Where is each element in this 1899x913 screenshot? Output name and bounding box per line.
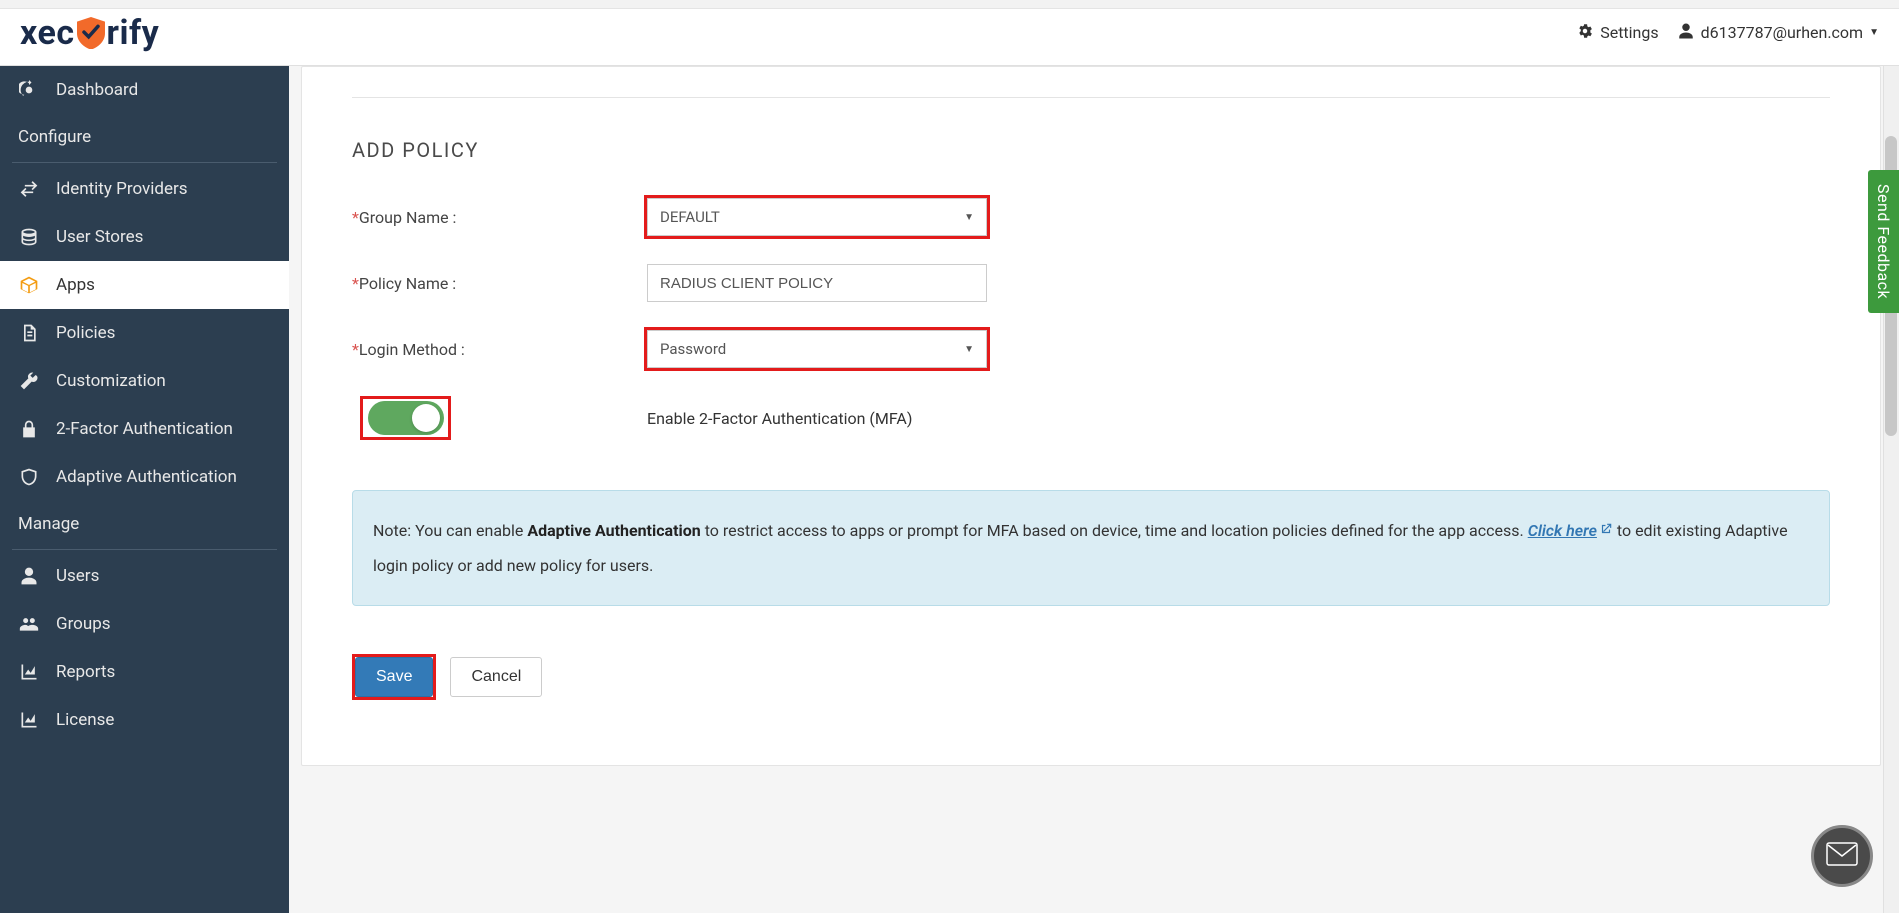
gear-icon xyxy=(1576,22,1594,44)
sidebar-item-label: Users xyxy=(56,566,99,586)
sidebar-item-label: Identity Providers xyxy=(56,179,188,199)
sidebar-item-label: Groups xyxy=(56,614,111,634)
sidebar-divider xyxy=(12,549,277,550)
label-group-name: *Group Name : xyxy=(352,208,647,227)
caret-down-icon: ▼ xyxy=(964,212,974,223)
sidebar-item-users[interactable]: Users xyxy=(0,552,289,600)
database-icon xyxy=(18,226,40,248)
sidebar-item-user-stores[interactable]: User Stores xyxy=(0,213,289,261)
card-top-divider xyxy=(352,97,1830,98)
mail-icon xyxy=(1826,842,1858,870)
chart-icon xyxy=(18,709,40,731)
user-email: d6137787@urhen.com xyxy=(1701,23,1863,42)
group-name-value: DEFAULT xyxy=(660,208,720,226)
sidebar-item-customization[interactable]: Customization xyxy=(0,357,289,405)
swap-icon xyxy=(18,178,40,200)
contact-bubble[interactable] xyxy=(1811,825,1873,887)
document-icon xyxy=(18,322,40,344)
sidebar-item-adaptive-auth[interactable]: Adaptive Authentication xyxy=(0,453,289,501)
dashboard-icon xyxy=(18,79,40,101)
row-login-method: *Login Method : Password ▼ xyxy=(352,330,1830,368)
lock-icon xyxy=(18,418,40,440)
policy-card: ADD POLICY *Group Name : DEFAULT ▼ *Poli… xyxy=(301,66,1881,766)
required-mark: * xyxy=(352,340,359,359)
shield-outline-icon xyxy=(18,466,40,488)
user-icon xyxy=(18,565,40,587)
sidebar-item-label: Dashboard xyxy=(56,80,138,100)
note-link[interactable]: Click here xyxy=(1528,521,1597,540)
required-mark: * xyxy=(352,274,359,293)
label-policy-name: *Policy Name : xyxy=(352,274,647,293)
user-menu[interactable]: d6137787@urhen.com ▼ xyxy=(1677,22,1879,44)
row-policy-name: *Policy Name : xyxy=(352,264,1830,302)
required-mark: * xyxy=(352,208,359,227)
brand-logo: xec rify xyxy=(20,13,159,53)
wrench-icon xyxy=(18,370,40,392)
mfa-toggle-wrap xyxy=(352,396,647,440)
note-middle: to restrict access to apps or prompt for… xyxy=(701,521,1528,540)
sidebar-item-apps[interactable]: Apps xyxy=(0,261,289,309)
external-link-icon xyxy=(1599,513,1613,527)
note-prefix: Note: You can enable xyxy=(373,521,527,540)
logo-text-post: rify xyxy=(107,13,160,53)
mfa-toggle[interactable] xyxy=(368,401,444,435)
note-box: Note: You can enable Adaptive Authentica… xyxy=(352,490,1830,606)
page-title: ADD POLICY xyxy=(352,138,1830,162)
app-header: xec rify Settings d6137787@urhen.com ▼ xyxy=(0,0,1899,66)
sidebar-item-label: User Stores xyxy=(56,227,143,247)
cancel-button[interactable]: Cancel xyxy=(450,657,542,697)
sidebar: Dashboard Configure Identity Providers U… xyxy=(0,66,289,913)
sidebar-item-label: License xyxy=(56,710,114,730)
mfa-toggle-label: Enable 2-Factor Authentication (MFA) xyxy=(647,409,912,428)
sidebar-item-label: Apps xyxy=(56,275,95,295)
login-method-value: Password xyxy=(660,340,726,358)
login-method-select[interactable]: Password ▼ xyxy=(647,330,987,368)
settings-link[interactable]: Settings xyxy=(1576,22,1658,44)
sidebar-header-manage: Manage xyxy=(0,501,289,547)
logo-text-pre: xec xyxy=(20,13,75,53)
sidebar-item-identity-providers[interactable]: Identity Providers xyxy=(0,165,289,213)
button-row: Save Cancel xyxy=(352,654,1830,700)
sidebar-item-2fa[interactable]: 2-Factor Authentication xyxy=(0,405,289,453)
label-login-method: *Login Method : xyxy=(352,340,647,359)
save-button[interactable]: Save xyxy=(355,657,433,697)
sidebar-item-groups[interactable]: Groups xyxy=(0,600,289,648)
group-name-select[interactable]: DEFAULT ▼ xyxy=(647,198,987,236)
sidebar-item-label: Policies xyxy=(56,323,115,343)
feedback-tab[interactable]: Send Feedback xyxy=(1868,170,1899,313)
chart-icon xyxy=(18,661,40,683)
sidebar-item-label: Adaptive Authentication xyxy=(56,467,237,487)
note-strong: Adaptive Authentication xyxy=(527,521,700,540)
main-content: ADD POLICY *Group Name : DEFAULT ▼ *Poli… xyxy=(289,66,1899,913)
header-right: Settings d6137787@urhen.com ▼ xyxy=(1576,22,1879,44)
caret-down-icon: ▼ xyxy=(964,344,974,355)
policy-name-input[interactable] xyxy=(647,264,987,302)
sidebar-item-label: 2-Factor Authentication xyxy=(56,419,233,439)
settings-label: Settings xyxy=(1600,23,1658,42)
sidebar-item-license[interactable]: License xyxy=(0,696,289,744)
users-icon xyxy=(18,613,40,635)
sidebar-divider xyxy=(12,162,277,163)
box-icon xyxy=(18,274,40,296)
sidebar-item-policies[interactable]: Policies xyxy=(0,309,289,357)
shield-icon xyxy=(77,17,105,49)
caret-down-icon: ▼ xyxy=(1869,27,1879,38)
row-group-name: *Group Name : DEFAULT ▼ xyxy=(352,198,1830,236)
sidebar-header-configure: Configure xyxy=(0,114,289,160)
sidebar-item-label: Reports xyxy=(56,662,115,682)
sidebar-item-dashboard[interactable]: Dashboard xyxy=(0,66,289,114)
sidebar-item-reports[interactable]: Reports xyxy=(0,648,289,696)
row-mfa: Enable 2-Factor Authentication (MFA) xyxy=(352,396,1830,440)
user-icon xyxy=(1677,22,1695,44)
sidebar-item-label: Customization xyxy=(56,371,166,391)
